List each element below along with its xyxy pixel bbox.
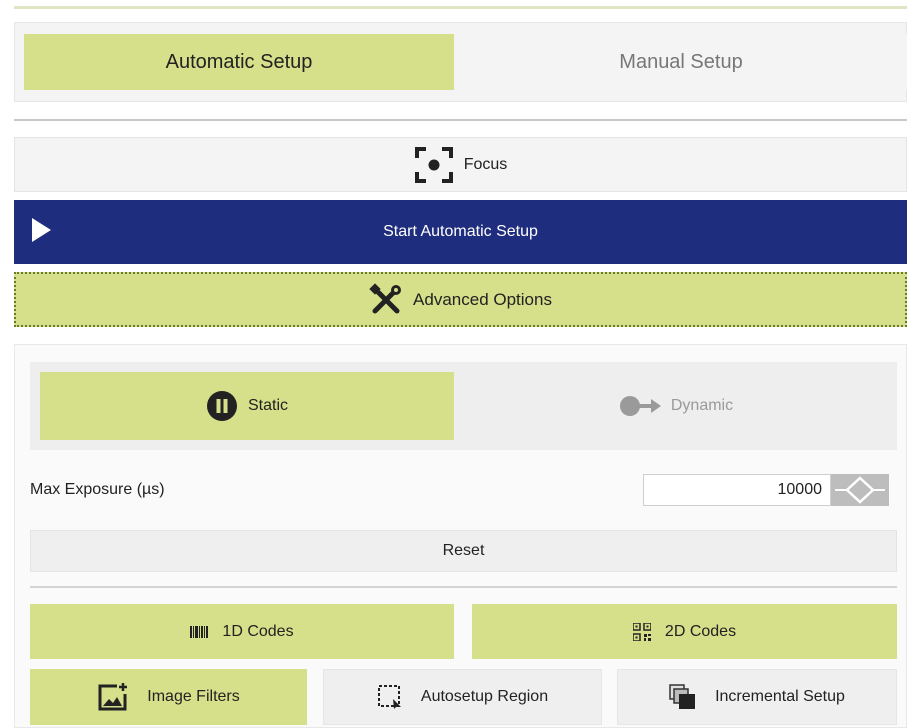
play-icon — [32, 218, 51, 242]
max-exposure-label: Max Exposure (µs) — [30, 481, 165, 498]
1d-codes-button[interactable]: 1D Codes — [30, 604, 454, 659]
focus-target-icon — [414, 146, 454, 184]
stepper-diamond-icon — [833, 476, 887, 504]
image-filters-label: Image Filters — [147, 688, 240, 705]
motion-arrow-icon — [619, 394, 663, 418]
autosetup-region-label: Autosetup Region — [420, 688, 549, 705]
qr-code-icon — [632, 622, 651, 641]
mode-dynamic-label: Dynamic — [670, 397, 734, 414]
reset-label: Reset — [442, 542, 485, 559]
2d-codes-label: 2D Codes — [664, 622, 737, 640]
tools-icon — [369, 282, 403, 317]
focus-button[interactable]: Focus — [14, 137, 907, 192]
image-filter-icon — [97, 682, 129, 712]
start-automatic-setup-button[interactable]: Start Automatic Setup — [14, 200, 907, 264]
tab-automatic-setup-label: Automatic Setup — [165, 50, 313, 73]
advanced-options-button[interactable]: Advanced Options — [14, 272, 907, 327]
advanced-options-label: Advanced Options — [413, 289, 552, 309]
tab-automatic-setup[interactable]: Automatic Setup — [24, 34, 454, 90]
reset-button[interactable]: Reset — [30, 530, 897, 572]
tab-manual-setup[interactable]: Manual Setup — [455, 34, 907, 90]
stacked-layers-icon — [669, 684, 697, 710]
mode-static-button[interactable]: Static — [40, 372, 454, 440]
2d-codes-button[interactable]: 2D Codes — [472, 604, 897, 659]
focus-label: Focus — [463, 155, 508, 173]
max-exposure-input[interactable] — [643, 474, 831, 506]
start-automatic-setup-label: Start Automatic Setup — [383, 223, 538, 240]
section-divider — [14, 119, 907, 121]
autosetup-region-button[interactable]: Autosetup Region — [323, 669, 602, 725]
pause-circle-icon — [206, 390, 238, 422]
tab-manual-setup-label: Manual Setup — [619, 50, 743, 73]
exposure-stepper[interactable] — [831, 474, 889, 506]
mode-dynamic-button[interactable]: Dynamic — [455, 372, 897, 440]
region-select-icon — [377, 684, 403, 710]
top-divider — [14, 6, 907, 9]
1d-codes-label: 1D Codes — [222, 622, 294, 640]
mode-static-label: Static — [247, 397, 288, 414]
incremental-setup-label: Incremental Setup — [715, 688, 845, 705]
image-filters-button[interactable]: Image Filters — [30, 669, 307, 725]
barcode-icon — [190, 625, 209, 638]
options-divider — [30, 586, 897, 588]
incremental-setup-button[interactable]: Incremental Setup — [617, 669, 897, 725]
